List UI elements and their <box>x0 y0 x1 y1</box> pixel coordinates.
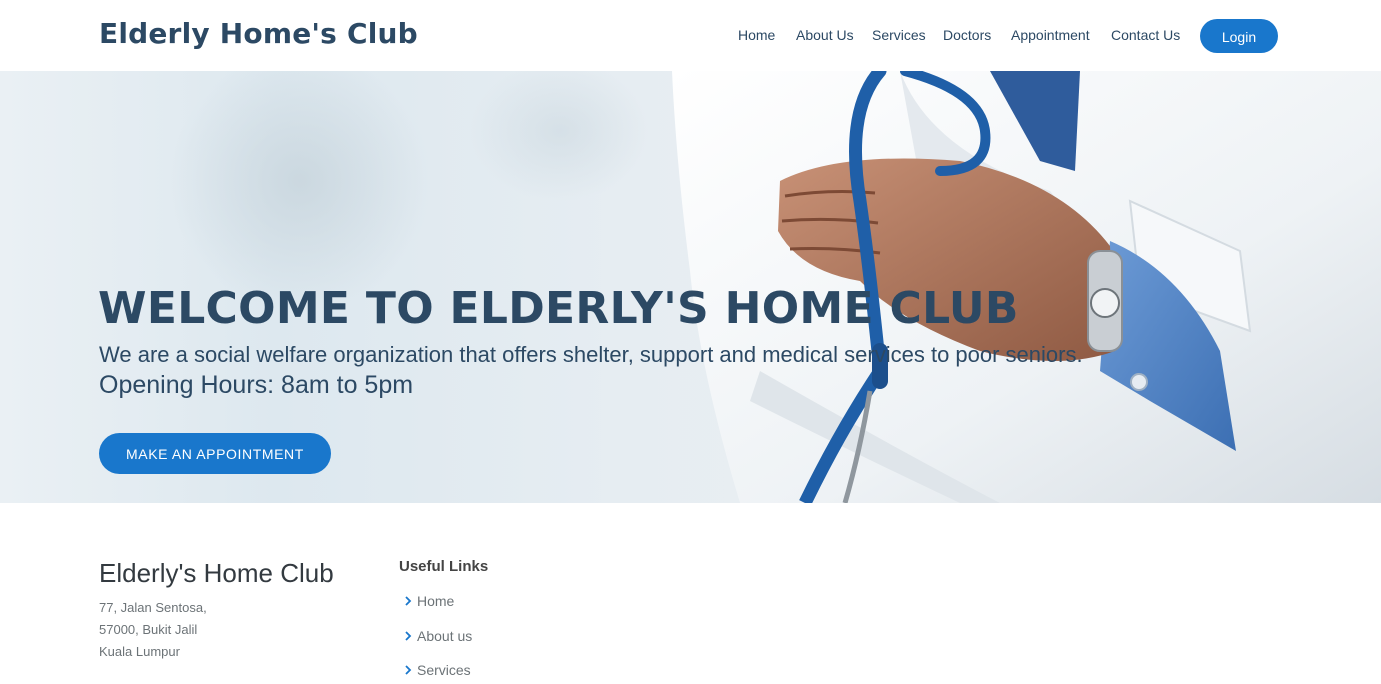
chevron-right-icon <box>405 596 412 606</box>
make-appointment-button[interactable]: MAKE AN APPOINTMENT <box>99 433 331 474</box>
nav-about-us[interactable]: About Us <box>796 24 854 46</box>
footer-link-services[interactable]: Services <box>403 660 471 680</box>
chevron-right-icon <box>405 665 412 675</box>
site-header: Elderly Home's Club Home About Us Servic… <box>0 0 1381 71</box>
address-line: 77, Jalan Sentosa, <box>99 600 207 615</box>
nav-home[interactable]: Home <box>738 24 775 46</box>
hero-title: WELCOME TO ELDERLY'S HOME CLUB <box>98 283 1019 334</box>
nav-services[interactable]: Services <box>872 24 926 46</box>
nav-appointment[interactable]: Appointment <box>1011 24 1090 46</box>
footer-link-label[interactable]: Services <box>417 662 471 678</box>
footer-link-home[interactable]: Home <box>403 591 454 611</box>
footer-address: 77, Jalan Sentosa, 57000, Bukit Jalil Ku… <box>99 597 207 663</box>
chevron-right-icon <box>405 631 412 641</box>
address-line: 57000, Bukit Jalil <box>99 622 198 637</box>
hero-subtitle: We are a social welfare organization tha… <box>99 342 1083 367</box>
nav-contact-us[interactable]: Contact Us <box>1111 24 1180 46</box>
opening-hours: Opening Hours: 8am to 5pm <box>99 371 414 399</box>
main-nav: Home About Us Services Doctors Appointme… <box>0 24 1381 48</box>
footer-brand: Elderly's Home Club <box>99 558 334 588</box>
login-button[interactable]: Login <box>1200 19 1278 53</box>
footer-link-label[interactable]: About us <box>417 628 472 644</box>
useful-links-title: Useful Links <box>399 558 489 575</box>
address-line: Kuala Lumpur <box>99 644 180 659</box>
nav-doctors[interactable]: Doctors <box>943 24 991 46</box>
footer-link-label[interactable]: Home <box>417 593 454 609</box>
hero-section: WELCOME TO ELDERLY'S HOME CLUB We are a … <box>0 71 1381 503</box>
footer-link-about-us[interactable]: About us <box>403 626 472 646</box>
